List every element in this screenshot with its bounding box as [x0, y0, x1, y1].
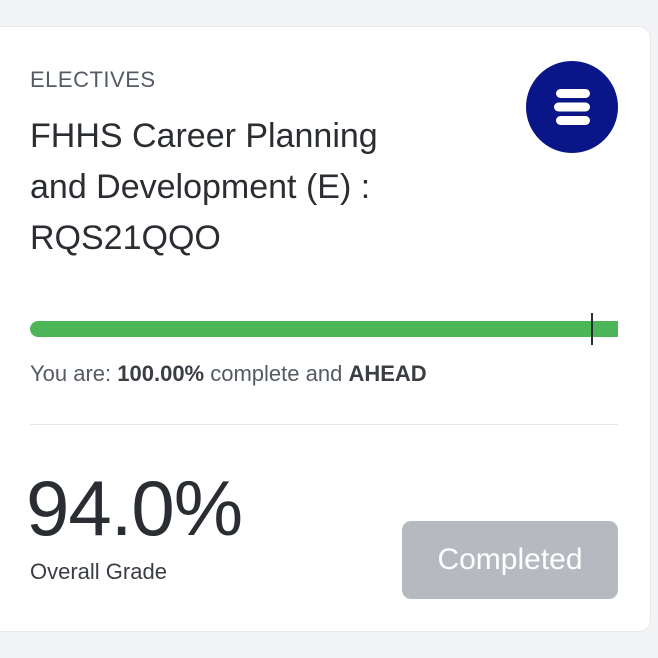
course-category: ELECTIVES: [30, 67, 156, 92]
completed-button[interactable]: Completed: [402, 521, 618, 599]
divider: [30, 424, 618, 425]
stacked-bars-logo-icon: [526, 61, 618, 153]
course-card[interactable]: ELECTIVES FHHS Career Planning and Devel…: [0, 26, 651, 632]
status-middle: complete and: [204, 361, 349, 386]
status-prefix: You are:: [30, 361, 118, 386]
course-title[interactable]: FHHS Career Planning and Development (E)…: [30, 111, 500, 264]
progress-bar: [30, 321, 618, 337]
overall-grade-label: Overall Grade: [30, 559, 167, 584]
progress-fill: [30, 321, 618, 337]
course-title-line: and Development (E) :: [30, 168, 371, 206]
course-title-line: FHHS Career Planning: [30, 117, 378, 155]
overall-grade-value: 94.0%: [26, 464, 243, 552]
pace-marker: [591, 313, 593, 345]
percent-complete: 100.00%: [117, 361, 205, 386]
progress-status: You are: 100.00% complete and AHEAD: [30, 361, 427, 387]
course-title-line: RQS21QQO: [30, 219, 221, 257]
pace-status: AHEAD: [348, 361, 427, 386]
